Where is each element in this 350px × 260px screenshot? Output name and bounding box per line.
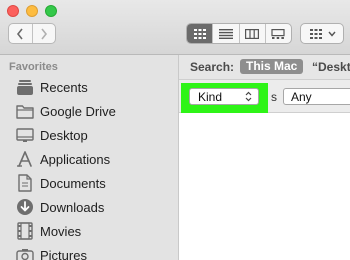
- list-view-button[interactable]: [212, 24, 238, 43]
- chevron-right-icon: [41, 28, 47, 39]
- search-label: Search:: [190, 60, 235, 74]
- sidebar-item-downloads[interactable]: Downloads: [0, 195, 178, 219]
- toolbar: [0, 0, 350, 55]
- sidebar-item-movies[interactable]: Movies: [0, 219, 178, 243]
- sidebar-item-label: Google Drive: [40, 103, 116, 119]
- finder-window: Favorites Recents Google Drive Desktop A…: [0, 0, 350, 260]
- applications-icon: [15, 149, 35, 169]
- sidebar-item-label: Movies: [40, 223, 82, 239]
- forward-button[interactable]: [31, 24, 56, 43]
- arrange-button[interactable]: [300, 23, 344, 44]
- nav-button-group: [8, 23, 56, 44]
- attribute-select[interactable]: Kind: [189, 88, 259, 105]
- list-view-icon: [218, 28, 233, 39]
- close-button[interactable]: [7, 5, 19, 17]
- attribute-select-value: Kind: [198, 90, 223, 104]
- sidebar: Favorites Recents Google Drive Desktop A…: [0, 55, 179, 260]
- document-icon: [15, 173, 35, 193]
- arrange-grid-icon: [309, 28, 322, 39]
- gallery-view-button[interactable]: [264, 24, 291, 43]
- chevron-left-icon: [17, 28, 23, 39]
- column-view-button[interactable]: [238, 24, 265, 43]
- sidebar-item-label: Desktop: [40, 127, 88, 143]
- sidebar-item-google-drive[interactable]: Google Drive: [0, 99, 178, 123]
- icon-view-button[interactable]: [187, 24, 213, 43]
- chevron-down-icon: [327, 31, 336, 37]
- icon-view-icon: [193, 28, 206, 39]
- value-select[interactable]: Any: [283, 88, 350, 105]
- back-button[interactable]: [9, 24, 32, 43]
- sidebar-item-label: Pictures: [40, 247, 87, 260]
- sidebar-item-desktop[interactable]: Desktop: [0, 123, 178, 147]
- column-view-icon: [245, 28, 260, 39]
- folder-icon: [15, 101, 35, 121]
- sidebar-section-header: Favorites: [9, 61, 58, 73]
- view-mode-group: [186, 23, 292, 44]
- gallery-view-icon: [271, 28, 285, 39]
- sidebar-item-recents[interactable]: Recents: [0, 75, 178, 99]
- scope-desktop-button[interactable]: “Deskt: [312, 60, 350, 74]
- sidebar-item-label: Documents: [40, 175, 106, 191]
- scope-this-mac-button[interactable]: This Mac: [240, 59, 304, 74]
- desktop-folder-icon: [15, 125, 35, 145]
- sidebar-item-documents[interactable]: Documents: [0, 171, 178, 195]
- sidebar-item-label: Applications: [40, 151, 111, 167]
- zoom-button[interactable]: [45, 5, 57, 17]
- search-scope-bar: Search: This Mac “Deskt: [179, 55, 350, 80]
- operator-label: s: [271, 90, 277, 104]
- minimize-button[interactable]: [26, 5, 38, 17]
- sidebar-item-label: Downloads: [40, 199, 105, 215]
- content-area: Search: This Mac “Deskt Kind s Any: [179, 55, 350, 260]
- film-icon: [15, 221, 35, 241]
- clock-stack-icon: [15, 77, 35, 97]
- search-criteria-row: Kind s Any: [179, 80, 350, 113]
- value-select-value: Any: [291, 90, 312, 104]
- sidebar-item-label: Recents: [40, 79, 88, 95]
- updown-chevron-icon: [245, 91, 252, 102]
- camera-icon: [15, 245, 35, 260]
- sidebar-item-applications[interactable]: Applications: [0, 147, 178, 171]
- sidebar-item-pictures[interactable]: Pictures: [0, 243, 178, 260]
- download-icon: [15, 197, 35, 217]
